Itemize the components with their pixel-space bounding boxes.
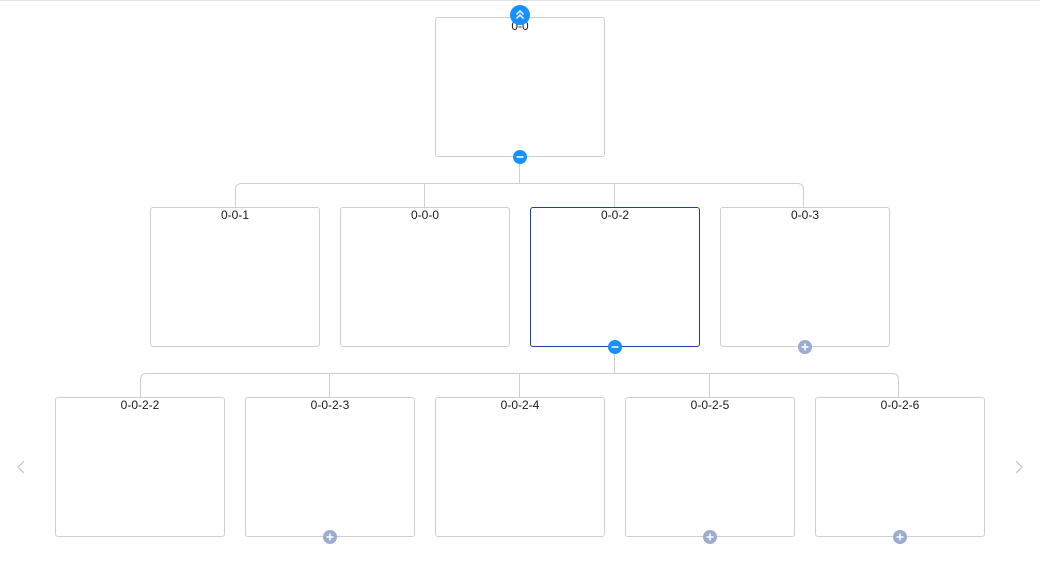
org-tree-canvas: 0-0 0-0-1 0-0-0 0-0-2 0-0-3 0-0-2-2 0-0-… [0, 0, 1040, 572]
chevron-left-icon [17, 460, 25, 474]
connector [614, 183, 615, 208]
expand-button[interactable] [798, 340, 812, 354]
tree-node[interactable]: 0-0-2-2 [55, 397, 225, 537]
tree-node-selected[interactable]: 0-0-2 [530, 207, 700, 347]
connector [709, 373, 710, 398]
collapse-parent-button[interactable] [510, 5, 530, 25]
tree-node[interactable]: 0-0-2-4 [435, 397, 605, 537]
connector [329, 373, 330, 398]
tree-node-root[interactable]: 0-0 [435, 17, 605, 157]
expand-button[interactable] [893, 530, 907, 544]
tree-node[interactable]: 0-0-0 [340, 207, 510, 347]
node-label: 0-0-2 [600, 208, 629, 222]
tree-node[interactable]: 0-0-2-5 [625, 397, 795, 537]
collapse-button[interactable] [513, 150, 527, 164]
tree-node[interactable]: 0-0-1 [150, 207, 320, 347]
node-label: 0-0-2-5 [690, 398, 730, 412]
minus-circle-icon [516, 156, 524, 158]
minus-circle-icon [611, 346, 619, 348]
scroll-right-button[interactable] [1011, 457, 1027, 477]
node-label: 0-0-1 [220, 208, 249, 222]
connector [235, 189, 236, 208]
chevron-right-icon [1015, 460, 1023, 474]
node-label: 0-0-2-2 [120, 398, 160, 412]
connector [140, 379, 141, 398]
plus-circle-icon [326, 533, 334, 541]
connector [898, 379, 899, 398]
tree-node[interactable]: 0-0-2-6 [815, 397, 985, 537]
scroll-left-button[interactable] [13, 457, 29, 477]
connector [519, 373, 520, 398]
node-label: 0-0-2-4 [500, 398, 540, 412]
connector [803, 189, 804, 208]
double-chevron-up-icon [515, 9, 525, 20]
tree-node[interactable]: 0-0-3 [720, 207, 890, 347]
connector [519, 163, 520, 183]
expand-button[interactable] [323, 530, 337, 544]
connector [424, 183, 425, 208]
node-label: 0-0-3 [790, 208, 819, 222]
connector [614, 353, 615, 373]
connector [241, 183, 798, 184]
expand-button[interactable] [703, 530, 717, 544]
tree-node[interactable]: 0-0-2-3 [245, 397, 415, 537]
node-label: 0-0-2-3 [310, 398, 350, 412]
node-label: 0-0-2-6 [880, 398, 920, 412]
plus-circle-icon [896, 533, 904, 541]
node-label: 0-0-0 [410, 208, 439, 222]
plus-circle-icon [801, 343, 809, 351]
collapse-button[interactable] [608, 340, 622, 354]
plus-circle-icon [706, 533, 714, 541]
